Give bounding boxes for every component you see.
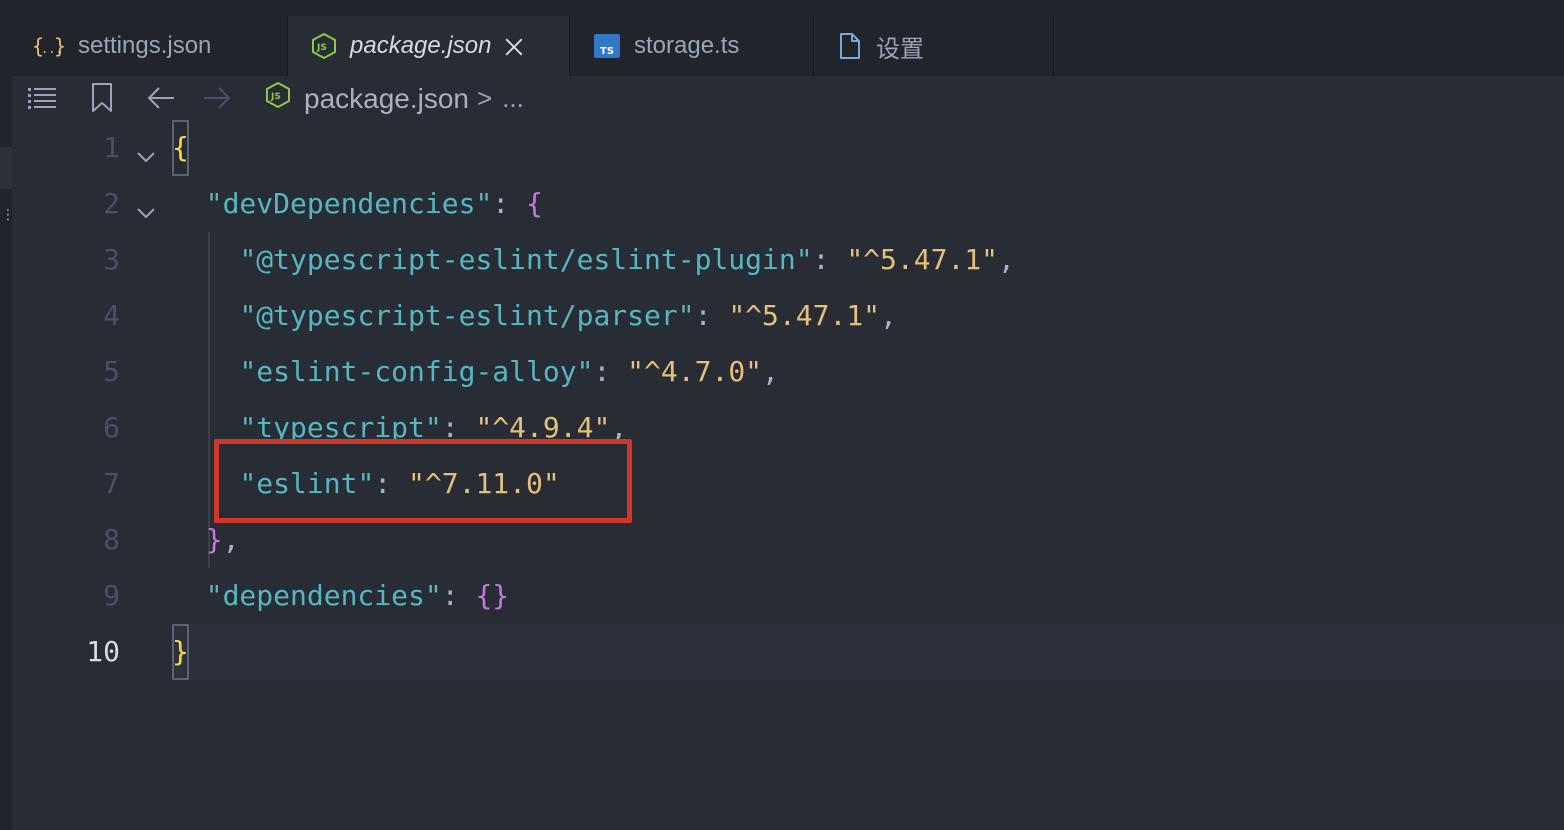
- json-braces-icon: { ... }: [32, 33, 64, 59]
- tab-bar: { ... } settings.json JS package.json TS…: [12, 0, 1564, 76]
- activity-bar-indicator: [0, 147, 12, 189]
- json-value: "^4.7.0": [627, 355, 763, 388]
- bookmark-icon[interactable]: [90, 82, 114, 114]
- close-brace: }: [205, 523, 223, 556]
- json-key: "@typescript-eslint/parser": [239, 299, 695, 332]
- typescript-icon: TS: [594, 33, 620, 59]
- annotation-highlight-box: [214, 439, 632, 523]
- back-arrow-icon[interactable]: [146, 84, 176, 112]
- line-number: 4: [103, 299, 120, 332]
- line-number: 3: [103, 243, 120, 276]
- tab-label: storage.ts: [634, 32, 740, 59]
- breadcrumb-more[interactable]: ...: [502, 83, 524, 114]
- svg-text:JS: JS: [316, 43, 327, 53]
- document-icon: [838, 32, 862, 60]
- line-number: 5: [103, 355, 120, 388]
- json-value: "^5.47.1": [728, 299, 881, 332]
- close-icon[interactable]: [505, 37, 523, 55]
- line-number: 10: [86, 635, 120, 668]
- json-value: "^5.47.1": [846, 243, 999, 276]
- line-number: 6: [103, 411, 120, 444]
- breadcrumb-file[interactable]: JS package.json > ...: [266, 81, 524, 115]
- code-line: 3 "@typescript-eslint/eslint-plugin": "^…: [12, 232, 1564, 288]
- fold-chevron-icon[interactable]: [136, 130, 156, 163]
- close-brace: }: [172, 624, 189, 680]
- breadcrumb: JS package.json > ...: [12, 76, 1564, 122]
- activity-bar-edge: ⋮: [0, 0, 15, 830]
- tab-label: settings.json: [78, 32, 212, 59]
- code-line: 9 "dependencies": {}: [12, 568, 1564, 624]
- tab-settings-json[interactable]: { ... } settings.json: [12, 16, 288, 76]
- tab-settings-ui[interactable]: 设置: [814, 16, 1054, 76]
- breadcrumb-separator: >: [477, 83, 493, 113]
- code-line: 1 {: [12, 120, 1564, 176]
- code-editor[interactable]: 1 { 2 "devDependencies": { 3 "@typescrip…: [12, 120, 1564, 830]
- line-number: 9: [103, 579, 120, 612]
- svg-text:}: }: [54, 34, 64, 58]
- svg-text:TS: TS: [600, 46, 614, 57]
- breadcrumb-file-label: package.json: [304, 82, 470, 114]
- code-line: 4 "@typescript-eslint/parser": "^5.47.1"…: [12, 288, 1564, 344]
- json-key: "@typescript-eslint/eslint-plugin": [239, 243, 813, 276]
- outline-icon[interactable]: [26, 84, 58, 112]
- forward-arrow-icon[interactable]: [202, 84, 232, 112]
- tab-label: package.json: [350, 32, 492, 59]
- code-line: 10 }: [12, 624, 1564, 680]
- open-brace: {: [172, 120, 189, 176]
- tab-package-json[interactable]: JS package.json: [288, 16, 570, 76]
- line-number: 7: [103, 467, 120, 500]
- fold-chevron-icon[interactable]: [136, 186, 156, 219]
- json-key: "devDependencies": [205, 187, 493, 220]
- line-number: 1: [103, 131, 120, 164]
- json-key: "eslint-config-alloy": [239, 355, 594, 388]
- nodejs-icon: JS: [312, 33, 336, 59]
- code-line: 2 "devDependencies": {: [12, 176, 1564, 232]
- json-key: "dependencies": [205, 579, 442, 612]
- line-number: 2: [103, 187, 120, 220]
- svg-text:JS: JS: [270, 92, 281, 102]
- code-line: 5 "eslint-config-alloy": "^4.7.0",: [12, 344, 1564, 400]
- nodejs-icon: JS: [266, 81, 290, 115]
- tab-label: 设置: [876, 35, 924, 63]
- line-number: 8: [103, 523, 120, 556]
- tab-storage-ts[interactable]: TS storage.ts: [570, 16, 814, 76]
